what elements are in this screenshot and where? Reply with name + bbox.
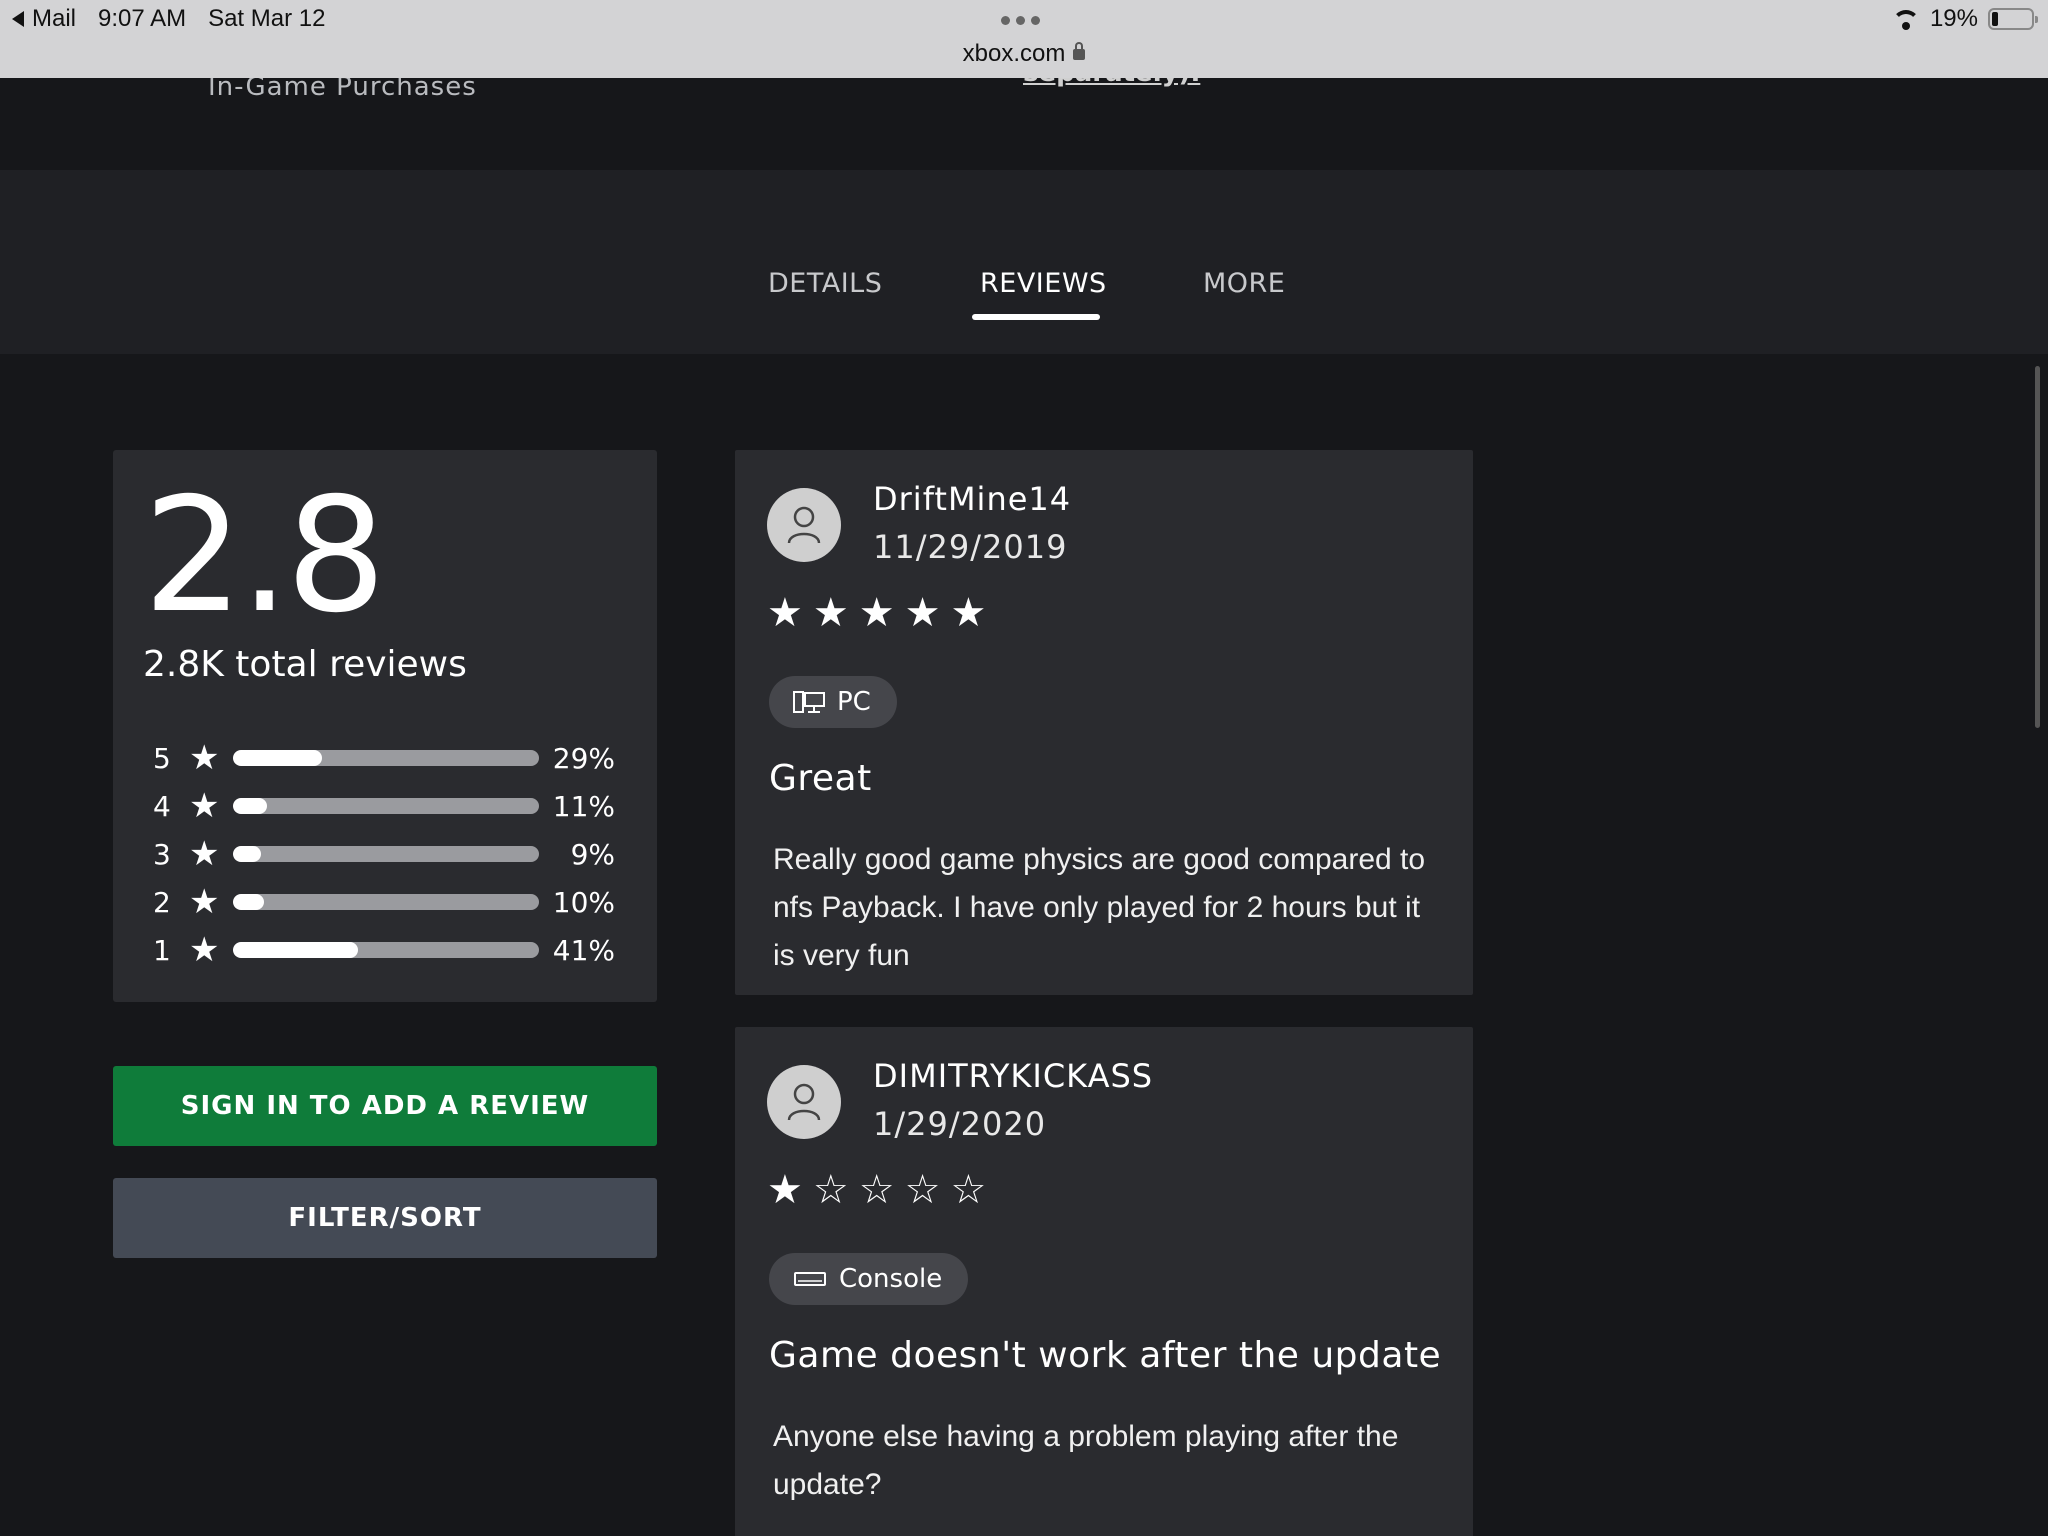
histogram-bar-fill bbox=[233, 750, 322, 766]
multitasking-dots-icon[interactable] bbox=[1001, 16, 1040, 25]
platform-label: PC bbox=[837, 687, 871, 717]
browser-status-bar: Mail 9:07 AM Sat Mar 12 xbox.com 19% bbox=[0, 0, 2048, 78]
histogram-row: 4 ★ 11% bbox=[153, 782, 623, 830]
status-left: Mail 9:07 AM Sat Mar 12 bbox=[12, 5, 325, 33]
previous-section-cropped: In-Game Purchases separately). bbox=[0, 78, 2048, 170]
url-text: xbox.com bbox=[962, 40, 1066, 67]
url-bar[interactable]: xbox.com bbox=[0, 40, 2048, 68]
status-date: Sat Mar 12 bbox=[208, 5, 326, 32]
lock-icon bbox=[1073, 42, 1086, 60]
active-tab-indicator bbox=[972, 314, 1100, 320]
in-game-purchases-label: In-Game Purchases bbox=[208, 78, 477, 102]
sign-in-to-review-button[interactable]: SIGN IN TO ADD A REVIEW bbox=[113, 1066, 657, 1146]
review-date: 1/29/2020 bbox=[873, 1105, 1047, 1143]
review-star-rating: ★☆☆☆☆ bbox=[767, 1167, 997, 1213]
wifi-icon bbox=[1891, 8, 1920, 30]
histogram-star-count: 4 bbox=[153, 790, 171, 823]
review-title: Great bbox=[769, 758, 872, 799]
star-icon: ★ bbox=[189, 930, 220, 970]
status-right: 19% bbox=[1891, 5, 2038, 33]
rating-summary-card: 2.8 2.8K total reviews 5 ★ 29% 4 ★ 11% 3… bbox=[113, 450, 657, 1002]
histogram-bar-track bbox=[233, 846, 539, 862]
review-date: 11/29/2019 bbox=[873, 528, 1068, 566]
histogram-row: 2 ★ 10% bbox=[153, 878, 623, 926]
separately-link[interactable]: separately). bbox=[1023, 78, 1200, 88]
battery-icon bbox=[1988, 8, 2038, 30]
star-icon: ★ bbox=[189, 786, 220, 826]
battery-percent: 19% bbox=[1929, 5, 1978, 32]
status-time: 9:07 AM bbox=[98, 5, 187, 32]
histogram-bar-fill bbox=[233, 798, 267, 814]
back-arrow-icon bbox=[12, 11, 24, 27]
console-icon bbox=[794, 1272, 826, 1286]
histogram-star-count: 5 bbox=[153, 742, 171, 775]
histogram-bar-track bbox=[233, 798, 539, 814]
user-avatar-icon bbox=[767, 488, 841, 562]
review-star-rating: ★★★★★ bbox=[767, 590, 997, 636]
histogram-percent: 10% bbox=[552, 886, 615, 919]
review-card: DriftMine14 11/29/2019 ★★★★★ PC Great Re… bbox=[735, 450, 1473, 995]
histogram-star-count: 3 bbox=[153, 838, 171, 871]
average-rating: 2.8 bbox=[143, 464, 386, 648]
tab-more[interactable]: MORE bbox=[1203, 268, 1285, 299]
review-title: Game doesn't work after the update bbox=[769, 1335, 1442, 1376]
histogram-row: 5 ★ 29% bbox=[153, 734, 623, 782]
back-label: Mail bbox=[32, 5, 77, 32]
review-body: Anyone else having a problem playing aft… bbox=[773, 1420, 1399, 1501]
histogram-percent: 41% bbox=[552, 934, 615, 967]
histogram-bar-fill bbox=[233, 942, 359, 958]
reviewer-name: DriftMine14 bbox=[873, 480, 1072, 518]
pc-icon bbox=[793, 691, 825, 713]
histogram-bar-fill bbox=[233, 846, 261, 862]
product-tab-bar: DETAILS REVIEWS MORE bbox=[0, 170, 2048, 354]
back-to-mail-button[interactable]: Mail bbox=[12, 5, 76, 33]
histogram-bar-track bbox=[233, 750, 539, 766]
histogram-row: 3 ★ 9% bbox=[153, 830, 623, 878]
user-avatar-icon bbox=[767, 1065, 841, 1139]
star-icon: ★ bbox=[189, 738, 220, 778]
histogram-star-count: 2 bbox=[153, 886, 171, 919]
histogram-bar-track bbox=[233, 942, 539, 958]
review-card: DIMITRYKICKASS 1/29/2020 ★☆☆☆☆ Console G… bbox=[735, 1027, 1473, 1536]
platform-badge: PC bbox=[769, 676, 897, 728]
platform-badge: Console bbox=[769, 1253, 969, 1305]
page-scrollbar[interactable] bbox=[2035, 366, 2040, 728]
rating-histogram: 5 ★ 29% 4 ★ 11% 3 ★ 9% 2 ★ 10% 1 ★ 41% bbox=[153, 734, 623, 974]
platform-label: Console bbox=[839, 1264, 943, 1294]
review-body: Really good game physics are good compar… bbox=[773, 843, 1426, 972]
histogram-bar-track bbox=[233, 894, 539, 910]
reviewer-name: DIMITRYKICKASS bbox=[873, 1057, 1154, 1095]
histogram-star-count: 1 bbox=[153, 934, 171, 967]
star-icon: ★ bbox=[189, 834, 220, 874]
star-icon: ★ bbox=[189, 882, 220, 922]
histogram-percent: 29% bbox=[552, 742, 615, 775]
tab-details[interactable]: DETAILS bbox=[768, 268, 882, 299]
histogram-percent: 11% bbox=[552, 790, 615, 823]
histogram-percent: 9% bbox=[570, 838, 615, 871]
tab-reviews[interactable]: REVIEWS bbox=[980, 268, 1107, 299]
histogram-bar-fill bbox=[233, 894, 264, 910]
histogram-row: 1 ★ 41% bbox=[153, 926, 623, 974]
total-reviews: 2.8K total reviews bbox=[143, 644, 467, 685]
filter-sort-button[interactable]: FILTER/SORT bbox=[113, 1178, 657, 1258]
